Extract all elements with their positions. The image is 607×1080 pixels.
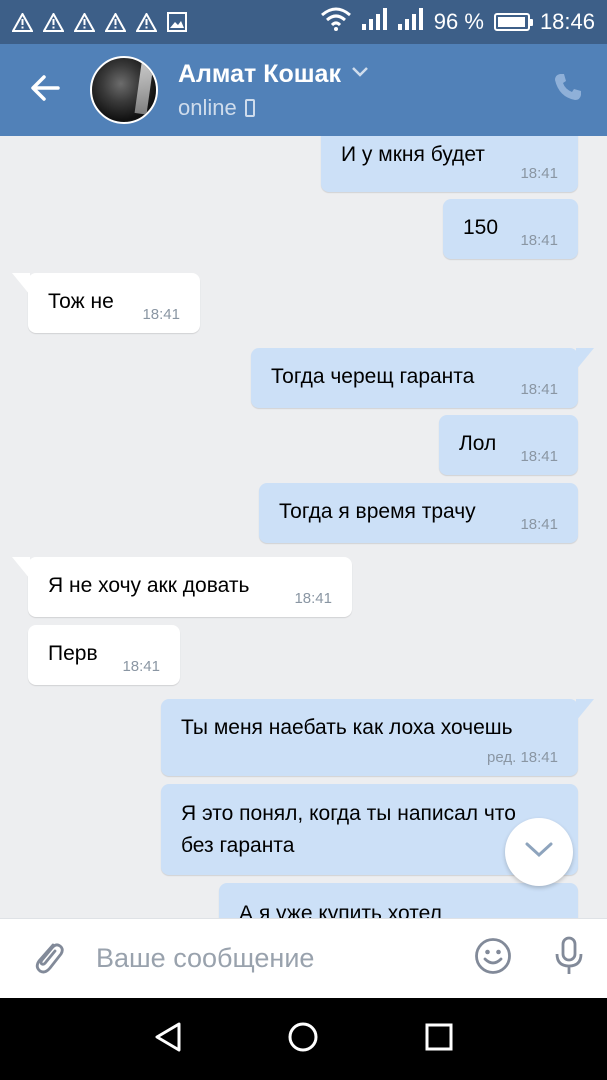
message-text: И у мкня будет xyxy=(341,143,485,166)
signal-icon xyxy=(361,8,388,36)
message-bubble[interactable]: Тогда черещ гаранта 18:41 xyxy=(251,348,594,408)
message-text: Я не хочу акк довать xyxy=(48,574,250,597)
microphone-icon xyxy=(553,936,585,981)
smile-icon xyxy=(474,937,512,980)
signal-icon xyxy=(397,8,424,36)
message-time: 18:41 xyxy=(520,381,558,398)
message-text: Тож не xyxy=(48,290,114,313)
composer xyxy=(0,918,607,998)
message-bubble[interactable]: Тогда я время трачу 18:41 xyxy=(259,483,578,543)
system-navigation-bar xyxy=(0,998,607,1080)
message-time: 18:41 xyxy=(520,516,558,533)
message-bubble[interactable]: Перв 18:41 xyxy=(28,625,180,685)
message-time: 18:41 xyxy=(520,232,558,249)
nav-back-button[interactable] xyxy=(138,1009,198,1069)
clock: 18:46 xyxy=(539,9,595,34)
message-text: Лол xyxy=(459,432,497,455)
message-time: 18:41 xyxy=(520,448,558,465)
message-text: Перв xyxy=(48,642,98,665)
paperclip-icon xyxy=(31,937,65,980)
message-bubble[interactable]: И у мкня будет 18:41 xyxy=(321,136,578,192)
square-recents-icon xyxy=(425,1023,453,1056)
warning-icon xyxy=(43,12,64,32)
arrow-left-icon xyxy=(30,74,60,106)
gallery-icon xyxy=(167,12,187,32)
message-bubble[interactable]: 150 18:41 xyxy=(443,199,578,259)
message-time: 18:41 xyxy=(142,306,180,323)
message-text: Ты меня наебать как лоха хочешь xyxy=(181,716,513,739)
scroll-down-button[interactable] xyxy=(505,818,573,886)
chevron-down-icon xyxy=(351,65,369,83)
message-time: 18:41 xyxy=(294,590,332,607)
wifi-icon xyxy=(320,7,352,37)
warning-icon xyxy=(136,12,157,32)
nav-recents-button[interactable] xyxy=(409,1009,469,1069)
message-text: Тогда черещ гаранта xyxy=(271,365,475,388)
battery-percent: 96 % xyxy=(433,9,484,34)
call-button[interactable] xyxy=(553,72,583,107)
warning-icon xyxy=(74,12,95,32)
message-text: 150 xyxy=(463,216,499,239)
triangle-back-icon xyxy=(153,1021,183,1058)
back-button[interactable] xyxy=(0,44,90,136)
chat-header: Алмат Кошак online xyxy=(0,44,607,136)
phone-icon xyxy=(553,74,583,106)
message-time: 18:41 xyxy=(520,165,558,182)
mobile-icon xyxy=(244,98,255,117)
nav-home-button[interactable] xyxy=(273,1009,333,1069)
message-bubble[interactable]: А я уже купить хотел xyxy=(219,883,578,918)
avatar[interactable] xyxy=(90,56,158,124)
message-text: А я уже купить хотел xyxy=(239,902,442,918)
contact-name: Алмат Кошак xyxy=(178,59,341,88)
warning-icon xyxy=(105,12,126,32)
battery-icon xyxy=(493,13,533,31)
message-bubble[interactable]: Тож не 18:41 xyxy=(12,273,200,333)
status-bar: 96 % 18:46 xyxy=(0,0,607,44)
contact-info[interactable]: Алмат Кошак online xyxy=(178,60,369,121)
message-bubble[interactable]: Ты меня наебать как лоха хочешь ред. 18:… xyxy=(161,699,594,776)
message-text: Я это понял, когда ты написал что без га… xyxy=(181,798,516,862)
warning-icon xyxy=(12,12,33,32)
message-time: ред. 18:41 xyxy=(487,749,558,766)
message-input[interactable] xyxy=(96,943,455,974)
message-line: без гаранта xyxy=(181,834,295,857)
message-time: 18:41 xyxy=(122,658,160,675)
message-line: Я это понял, когда ты написал что xyxy=(181,802,516,825)
emoji-button[interactable] xyxy=(455,919,531,999)
voice-message-button[interactable] xyxy=(531,919,607,999)
battery-fill xyxy=(497,17,525,27)
contact-status: online xyxy=(178,94,237,120)
circle-home-icon xyxy=(287,1021,319,1058)
message-bubble[interactable]: Я не хочу акк довать 18:41 xyxy=(12,557,352,617)
message-text: Тогда я время трачу xyxy=(279,500,476,523)
message-list[interactable]: И у мкня будет 18:41 150 18:41 Тож не 18… xyxy=(0,136,607,918)
attach-button[interactable] xyxy=(0,919,96,999)
message-bubble[interactable]: Лол 18:41 xyxy=(439,415,578,475)
chevron-down-icon xyxy=(524,841,554,864)
notification-icons xyxy=(12,12,187,32)
